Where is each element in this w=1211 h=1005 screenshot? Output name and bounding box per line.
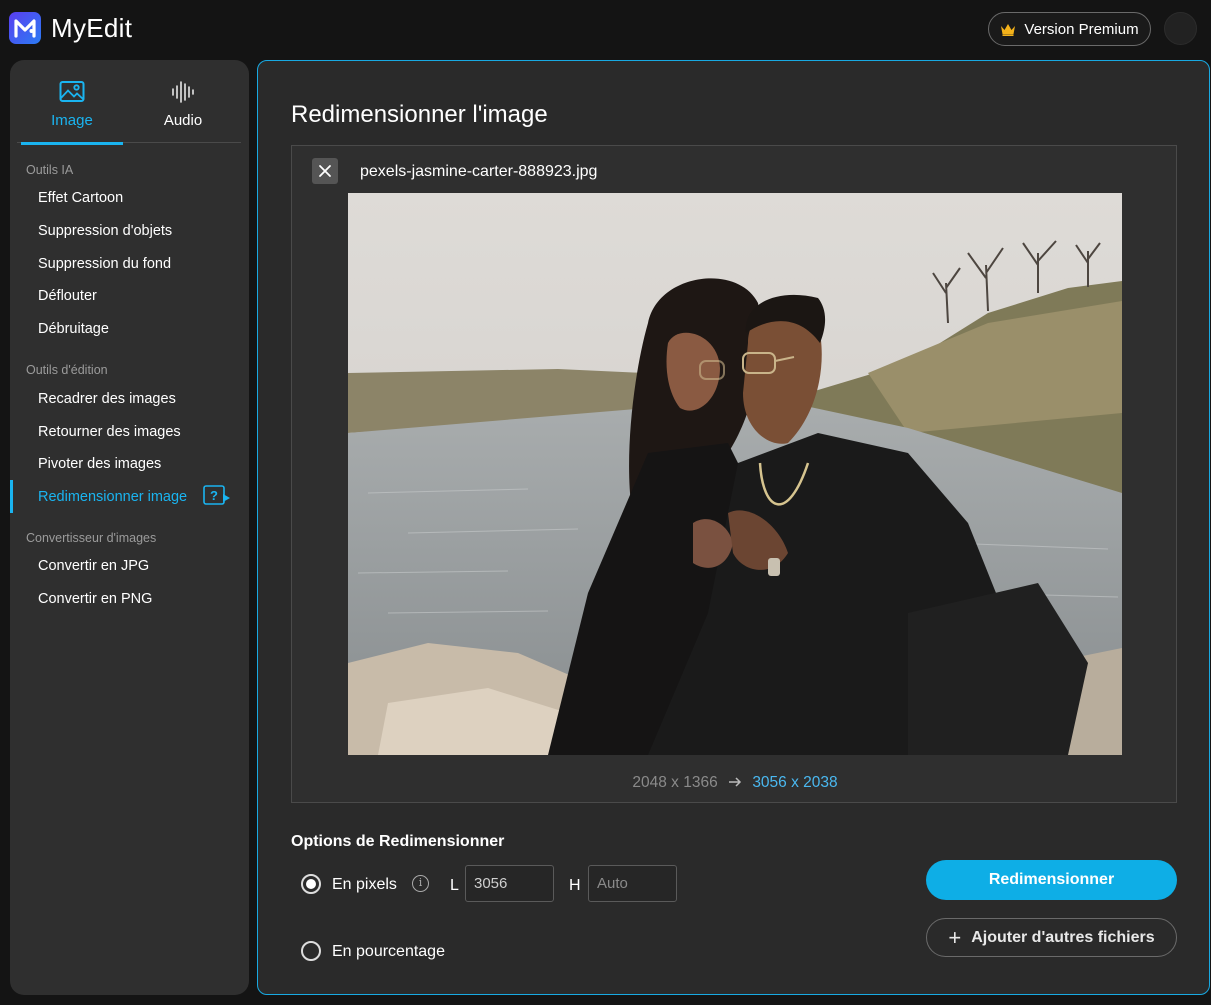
couple-photo-image	[348, 193, 1122, 755]
page-title: Redimensionner l'image	[291, 101, 548, 128]
top-bar: MyEdit Version Premium	[0, 0, 1211, 58]
tab-audio[interactable]: Audio	[132, 74, 234, 143]
image-preview-box: pexels-jasmine-carter-888923.jpg 2048 x …	[291, 145, 1177, 803]
sidebar-item-effet-cartoon[interactable]: Effet Cartoon	[38, 190, 123, 206]
section-title-edit-tools: Outils d'édition	[26, 363, 108, 377]
app-name: MyEdit	[51, 12, 133, 43]
crown-icon	[1001, 23, 1016, 36]
add-files-button[interactable]: + Ajouter d'autres fichiers	[926, 918, 1177, 957]
sidebar-item-convertir-png[interactable]: Convertir en PNG	[38, 591, 152, 607]
sidebar-item-pivoter[interactable]: Pivoter des images	[38, 456, 161, 472]
tab-image[interactable]: Image	[21, 74, 123, 145]
sidebar-item-retourner[interactable]: Retourner des images	[38, 424, 181, 440]
section-title-ai-tools: Outils IA	[26, 163, 74, 177]
file-name: pexels-jasmine-carter-888923.jpg	[360, 163, 598, 180]
remove-file-button[interactable]	[312, 158, 338, 184]
arrow-right-icon	[729, 777, 742, 787]
close-icon	[319, 165, 331, 177]
resize-button[interactable]: Redimensionner	[926, 860, 1177, 900]
tab-image-label: Image	[51, 112, 93, 129]
sidebar-item-suppression-objets[interactable]: Suppression d'objets	[38, 223, 172, 239]
new-dimensions: 3056 x 2038	[752, 774, 838, 791]
premium-button[interactable]: Version Premium	[988, 12, 1151, 46]
width-input[interactable]	[465, 865, 554, 902]
width-label: L	[450, 877, 459, 894]
radio-pixels[interactable]	[301, 874, 321, 894]
sidebar-item-debruitage[interactable]: Débruitage	[38, 321, 109, 337]
audio-wave-icon	[172, 81, 194, 103]
sidebar-item-convertir-jpg[interactable]: Convertir en JPG	[38, 558, 149, 574]
preview-photo	[348, 193, 1122, 755]
premium-label: Version Premium	[1024, 20, 1139, 38]
tab-audio-label: Audio	[163, 112, 203, 129]
radio-percent[interactable]	[301, 941, 321, 961]
info-icon[interactable]: i	[412, 875, 429, 892]
active-indicator	[10, 480, 13, 513]
video-help-icon[interactable]: ?	[203, 485, 231, 507]
height-label: H	[569, 877, 581, 894]
myedit-logo-icon	[9, 12, 41, 44]
sidebar-item-deflouter[interactable]: Déflouter	[38, 288, 97, 304]
options-title: Options de Redimensionner	[291, 833, 505, 850]
dimensions-readout: 2048 x 1366 3056 x 2038	[292, 774, 1178, 792]
svg-text:?: ?	[210, 488, 218, 503]
mode-tabs: Image Audio	[17, 74, 241, 145]
plus-icon: +	[948, 924, 962, 950]
image-icon	[59, 81, 85, 102]
sidebar-item-suppression-fond[interactable]: Suppression du fond	[38, 256, 171, 272]
original-dimensions: 2048 x 1366	[632, 774, 718, 791]
option-percent-label[interactable]: En pourcentage	[332, 943, 445, 961]
app-logo[interactable]: MyEdit	[9, 12, 132, 44]
sidebar: Image Audio Outils IA Effet Cartoon Supp…	[10, 60, 249, 995]
avatar[interactable]	[1164, 12, 1197, 45]
sidebar-item-redimensionner[interactable]: Redimensionner image	[38, 489, 187, 505]
main-panel: Redimensionner l'image pexels-jasmine-ca…	[257, 60, 1210, 995]
option-pixels-label[interactable]: En pixels	[332, 876, 397, 894]
sidebar-item-recadrer[interactable]: Recadrer des images	[38, 391, 176, 407]
section-title-converter: Convertisseur d'images	[26, 531, 157, 545]
add-files-label: Ajouter d'autres fichiers	[971, 928, 1155, 946]
height-input[interactable]	[588, 865, 677, 902]
